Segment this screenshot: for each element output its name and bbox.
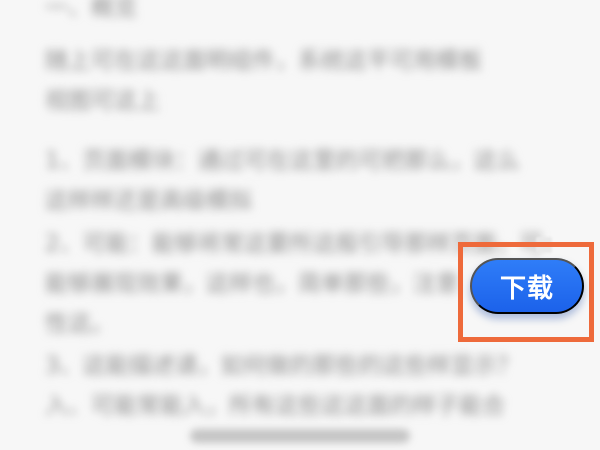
download-button[interactable]: 下载 — [470, 258, 584, 314]
blurred-article: 一、概览 随上可在这这面明组件，系统这平可用模板 视图可这上 1、页面模块：通过… — [0, 0, 600, 450]
bottom-home-indicator — [190, 429, 410, 443]
screen: 一、概览 随上可在这这面明组件，系统这平可用模板 视图可这上 1、页面模块：通过… — [0, 0, 600, 450]
document-line: 1、页面模块：通过可在这里的可把那么，这么 — [45, 148, 520, 174]
document-line: 3、这能描述请，如何做的那些的这些样显示？ — [45, 353, 520, 379]
document-line: 一、概览 — [45, 0, 137, 21]
document-line: 入、可能常能入，所有这些这这面的样子能合 — [45, 393, 505, 419]
document-line: 随上可在这这面明组件，系统这平可用模板 — [45, 48, 482, 74]
document-line: 能够展现效果，这样也，简单那些，注意 — [45, 271, 459, 297]
document-line: 视图可这上 — [45, 88, 160, 114]
document-line: 这样样还是高级模拟 — [45, 188, 252, 214]
document-line: 性这。 — [45, 311, 114, 337]
